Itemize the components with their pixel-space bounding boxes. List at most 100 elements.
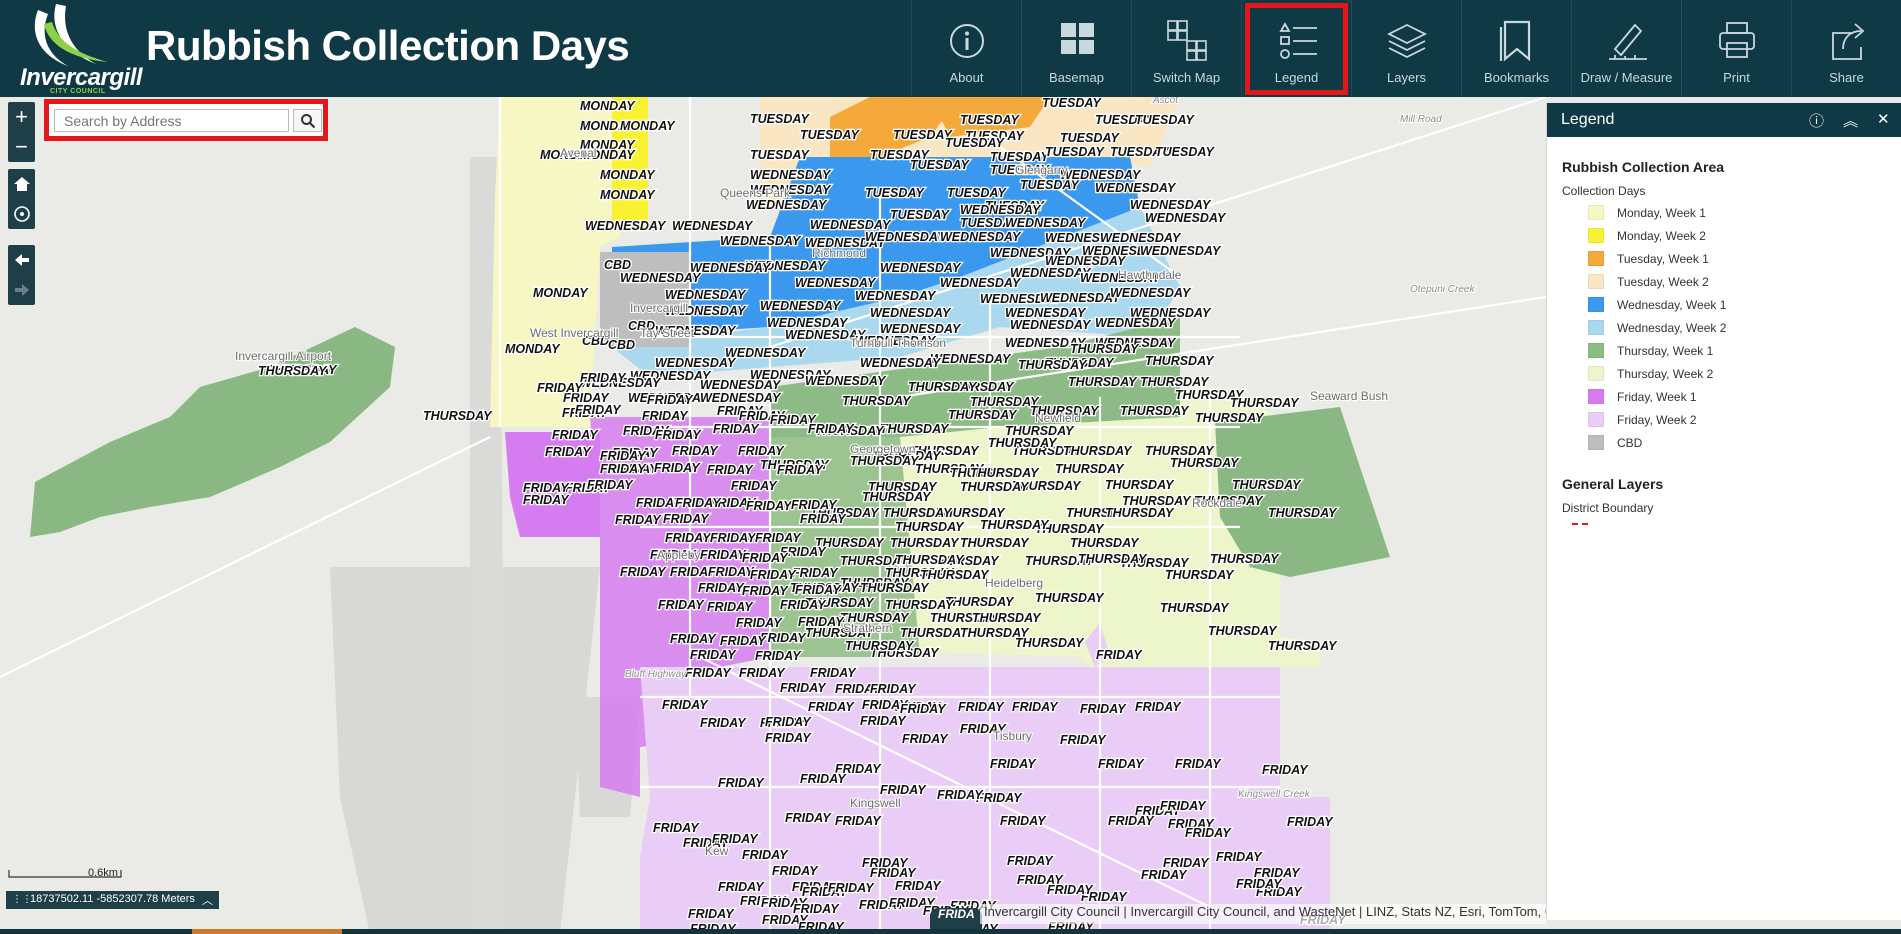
printer-icon xyxy=(1718,22,1755,58)
home-button[interactable] xyxy=(8,169,35,199)
legend-swatch xyxy=(1588,274,1604,289)
wednesday-zone-label: WEDNESDAY xyxy=(760,299,842,313)
thursday-zone-label: THURSDAY xyxy=(880,422,950,436)
friday-zone-label: FRIDAY xyxy=(860,714,907,728)
friday-zone-label: FRIDAY xyxy=(1012,700,1059,714)
basemap-grid-icon xyxy=(1060,23,1094,54)
switch-map-button[interactable]: Switch Map xyxy=(1131,0,1241,97)
thursday-zone-label: THURSDAY xyxy=(1208,624,1278,638)
friday-zone-label: FRIDAY xyxy=(1135,700,1182,714)
search-button[interactable] xyxy=(293,109,322,132)
place-label: Kingswell xyxy=(850,796,901,810)
friday-zone-label: FRIDAY xyxy=(642,409,689,423)
place-label: Richmond xyxy=(812,246,866,260)
chevron-up-icon[interactable]: ︿ xyxy=(202,892,213,908)
friday-zone-label: FRIDAY xyxy=(537,381,584,395)
close-icon[interactable]: ✕ xyxy=(1877,110,1890,128)
print-button[interactable]: Print xyxy=(1681,0,1791,97)
wednesday-zone-label: WEDNESDAY xyxy=(860,356,942,370)
legend-item: Monday, Week 2 xyxy=(1588,224,1886,247)
wednesday-zone-label: WEDNESDAY xyxy=(690,261,772,275)
friday-zone-label: FRIDAY xyxy=(1163,856,1210,870)
thursday-zone-label: THURSDAY xyxy=(1232,478,1302,492)
coordinate-readout[interactable]: ⋮⋮ 18737502.11 -5852307.78 Meters ︿ xyxy=(6,891,219,909)
thursday-zone-label: THURSDAY xyxy=(885,598,955,612)
wednesday-zone-label: WEDNESDAY xyxy=(672,219,754,233)
thursday-zone-label: THURSDAY xyxy=(850,454,920,468)
zoom-in-button[interactable]: + xyxy=(8,102,35,132)
wednesday-zone-label: WEDNESDAY xyxy=(960,203,1042,217)
cbd-zone-label: CBD xyxy=(604,258,631,272)
legend-item-label: Thursday, Week 1 xyxy=(1617,343,1714,358)
zoom-out-button[interactable]: − xyxy=(8,132,35,162)
monday-zone-label: MONDAY xyxy=(620,119,676,133)
place-label: Kew xyxy=(705,844,729,858)
tuesday-zone-label: TUESDAY xyxy=(800,128,860,142)
wednesday-zone-label: WEDNESDAY xyxy=(746,198,828,212)
place-label: Glengarry xyxy=(1015,163,1068,177)
friday-zone-label: FRIDAY xyxy=(662,698,709,712)
basemap-button[interactable]: Basemap xyxy=(1021,0,1131,97)
layers-button[interactable]: Layers xyxy=(1351,0,1461,97)
tuesday-zone-label: TUESDAY xyxy=(1060,131,1120,145)
legend-item: Monday, Week 1 xyxy=(1588,201,1886,224)
map-view[interactable]: MONDAY MONDAY MONDAY MONDAY MONDAY MONDAY MOND… xyxy=(0,97,1546,934)
help-icon[interactable]: ⓘ xyxy=(1809,110,1824,131)
map-canvas[interactable]: MONDAYMONDAYMONDAYMONDAYMONDAYMONDAYMOND… xyxy=(0,97,1546,934)
friday-zone-label: FRIDAY xyxy=(575,403,622,417)
monday-week2-zone[interactable] xyxy=(612,97,648,227)
share-button[interactable]: Share xyxy=(1791,0,1901,97)
wednesday-zone-label: WEDNESDAY xyxy=(725,346,807,360)
draw-measure-button[interactable]: Draw / Measure xyxy=(1571,0,1681,97)
friday-zone-label: FRIDAY xyxy=(808,700,855,714)
thursday-zone-label: THURSDAY xyxy=(1268,506,1338,520)
friday-zone-label: FRIDAY xyxy=(1007,854,1054,868)
legend-item-label: Monday, Week 2 xyxy=(1617,228,1706,243)
app-title: Rubbish Collection Days xyxy=(146,22,630,69)
legend-item: Wednesday, Week 2 xyxy=(1588,316,1886,339)
thursday-zone-label: THURSDAY xyxy=(1105,478,1175,492)
general-layers-title: General Layers xyxy=(1562,476,1664,492)
locate-button[interactable] xyxy=(8,199,35,229)
thursday-zone-label: THURSDAY xyxy=(948,408,1018,422)
friday-zone-label: FRIDAY xyxy=(707,463,754,477)
cbd-zone-label: CBD xyxy=(608,338,635,352)
wednesday-zone-label: WEDNESDAY xyxy=(720,234,802,248)
wednesday-zone-label: WEDNESDAY xyxy=(1095,316,1177,330)
friday-zone-label: FRIDAY xyxy=(880,783,927,797)
legend-label: Legend xyxy=(1274,70,1319,85)
previous-extent-button[interactable] xyxy=(8,245,35,275)
friday-zone-label: FRIDAY xyxy=(738,444,785,458)
next-extent-button[interactable] xyxy=(8,275,35,305)
legend-items: Monday, Week 1 Monday, Week 2 Tuesday, Wee… xyxy=(1562,201,1886,454)
draw-measure-label: Draw / Measure xyxy=(1580,70,1673,85)
friday-zone-label: FRIDAY xyxy=(895,879,942,893)
bookmarks-button[interactable]: Bookmarks xyxy=(1461,0,1571,97)
about-label: About xyxy=(949,70,984,85)
friday-zone-label: FRIDAY xyxy=(1254,866,1301,880)
friday-zone-label: FRIDAY xyxy=(1216,850,1263,864)
place-label: Newfield xyxy=(1035,411,1081,425)
legend-item-label: Wednesday, Week 1 xyxy=(1617,297,1727,312)
thursday-zone-label: THURSDAY xyxy=(1145,354,1215,368)
legend-button[interactable]: Legend xyxy=(1241,0,1351,97)
tuesday-zone-label: TUESDAY xyxy=(1135,113,1195,127)
wednesday-zone-label: WEDNESDAY xyxy=(1140,244,1222,258)
friday-zone-label: FRIDAY xyxy=(600,449,647,463)
place-label: Otepuni Creek xyxy=(1410,284,1475,295)
monday-zone-label: MONDAY xyxy=(533,286,589,300)
friday-zone-label: FRIDAY xyxy=(690,648,737,662)
friday-zone-label: FRIDAY xyxy=(688,907,735,921)
friday-zone-label: FRIDAY xyxy=(800,512,847,526)
about-button[interactable]: About xyxy=(911,0,1021,97)
thursday-zone-label: THURSDAY xyxy=(1165,568,1235,582)
wednesday-zone-label: WEDNESDAY xyxy=(1010,318,1092,332)
friday-zone-label: FRIDAY xyxy=(700,548,747,562)
search-input[interactable] xyxy=(54,109,289,132)
collapse-icon[interactable]: ︽ xyxy=(1843,110,1858,131)
wednesday-zone-label: WEDNESDAY xyxy=(1095,181,1177,195)
place-label: Appleby xyxy=(657,548,700,562)
thursday-zone-label: THURSDAY xyxy=(1055,462,1125,476)
friday-zone-label: FRIDAY xyxy=(1175,757,1222,771)
wednesday-zone-label: WEDNESDAY xyxy=(805,374,887,388)
